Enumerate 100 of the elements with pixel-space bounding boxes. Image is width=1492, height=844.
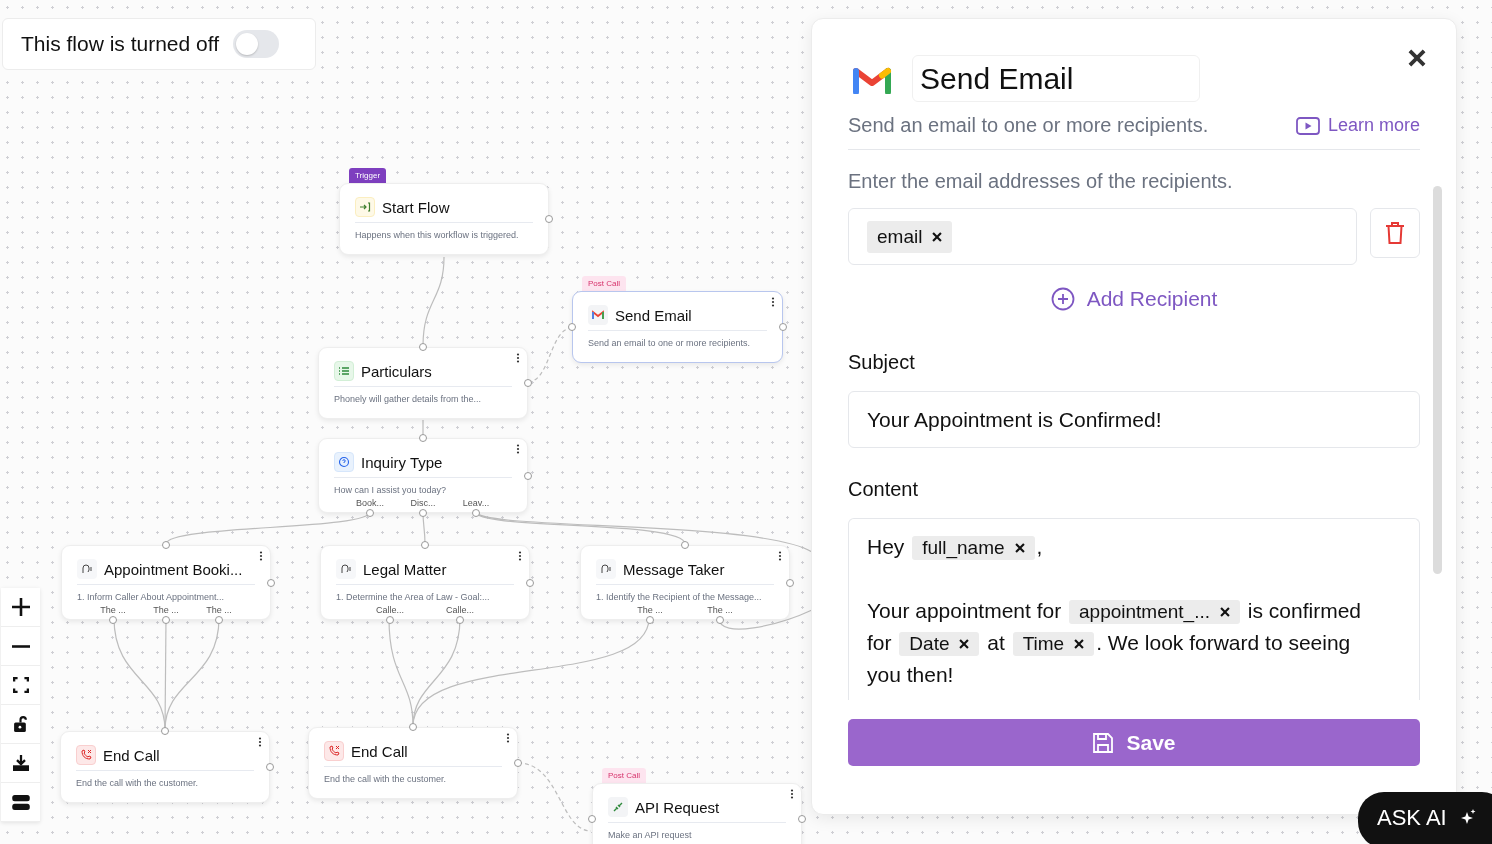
remove-chip-button[interactable] [1014, 543, 1025, 553]
node-title: Particulars [361, 362, 432, 380]
connection-handle[interactable] [646, 616, 654, 624]
connection-handle[interactable] [524, 379, 532, 387]
node-badge: Post Call [602, 768, 646, 783]
kebab-menu-icon[interactable] [516, 444, 520, 454]
node-title: Send Email [615, 306, 692, 324]
close-icon [1014, 543, 1025, 553]
remove-chip-button[interactable] [959, 639, 970, 649]
mail-icon [588, 305, 608, 325]
close-icon [1074, 639, 1085, 649]
output-label: Calle... [376, 605, 404, 615]
connection-handle[interactable] [267, 578, 275, 587]
scrollbar-thumb[interactable] [1433, 186, 1442, 574]
add-recipient-button[interactable]: Add Recipient [1050, 287, 1218, 311]
flow-toggle-switch[interactable] [233, 30, 280, 58]
connection-handle[interactable] [109, 616, 117, 624]
close-icon [932, 231, 943, 242]
node-badge: Post Call [582, 276, 626, 291]
connection-handle[interactable] [215, 616, 223, 624]
connection-handle[interactable] [162, 616, 170, 624]
list-icon [334, 361, 354, 381]
connection-handle[interactable] [419, 434, 427, 442]
zoom-out-button[interactable] [1, 627, 40, 666]
node-badge: Trigger [349, 168, 387, 183]
connection-handle[interactable] [526, 578, 534, 587]
node-title: End Call [351, 742, 408, 760]
title-field[interactable]: Send Email [912, 55, 1200, 102]
content-text: is confirmed [1246, 599, 1362, 622]
ask-ai-button[interactable]: ASK AI [1358, 792, 1492, 844]
output-label: The ... [153, 605, 179, 615]
connection-handle[interactable] [419, 343, 427, 351]
kebab-menu-icon[interactable] [790, 789, 794, 799]
subject-label: Subject [848, 351, 916, 374]
content-editor[interactable]: Hey full_name , Your appointment for appointment_... is confirmed for Date at Time . We look forward to seeing you then! [848, 518, 1420, 700]
recipients-field[interactable]: email [848, 208, 1357, 265]
node-description: How can I assist you today? [334, 485, 448, 495]
kebab-menu-icon[interactable] [518, 551, 522, 561]
fit-view-button[interactable] [1, 666, 40, 705]
connection-handle[interactable] [716, 616, 724, 624]
output-label: The ... [100, 605, 126, 615]
save-button[interactable]: Save [848, 719, 1420, 766]
chip-label: full_name [922, 536, 1005, 560]
connection-handle[interactable] [421, 541, 429, 549]
output-label: Disc... [410, 498, 436, 508]
learn-more-link[interactable]: Learn more [1295, 115, 1420, 136]
connection-handle[interactable] [161, 727, 169, 735]
chip-label: appointment_... [1079, 600, 1210, 624]
kebab-menu-icon[interactable] [259, 551, 263, 561]
fit-view-icon [12, 677, 29, 693]
connection-handle[interactable] [524, 471, 532, 480]
connection-handle[interactable] [514, 759, 522, 767]
lock-button[interactable] [1, 705, 40, 744]
node-description: 1. Determine the Area of Law - Goal:... [336, 592, 491, 602]
node-title: API Request [635, 798, 720, 816]
kebab-menu-icon[interactable] [258, 737, 262, 747]
connection-handle[interactable] [681, 541, 689, 549]
layers-icon [11, 794, 30, 810]
download-icon [12, 755, 29, 771]
chip-label: Date [909, 632, 950, 656]
node-title: Inquiry Type [361, 453, 443, 471]
remove-chip-button[interactable] [1220, 607, 1230, 617]
content-text: at [986, 631, 1006, 654]
lock-icon [14, 716, 27, 732]
zoom-in-icon [11, 598, 30, 616]
recipients-instruction: Enter the email addresses of the recipients. [848, 170, 1234, 193]
content-text: , [1036, 535, 1043, 558]
output-label: The ... [707, 605, 733, 615]
content-text: . We look forward to seeing [1096, 631, 1351, 654]
remove-chip-button[interactable] [932, 231, 943, 242]
chip-label: email [877, 224, 923, 249]
connection-handle[interactable] [409, 723, 417, 731]
delete-button[interactable] [1370, 208, 1420, 258]
kebab-menu-icon[interactable] [771, 297, 775, 307]
connection-handle[interactable] [779, 323, 787, 331]
connection-handle[interactable] [588, 815, 596, 823]
connection-handle[interactable] [472, 509, 480, 517]
kebab-menu-icon[interactable] [516, 353, 520, 363]
node-title: End Call [103, 746, 160, 764]
connection-handle[interactable] [419, 509, 427, 517]
download-button[interactable] [1, 744, 40, 783]
toggle-label: This flow is turned off [21, 32, 220, 56]
subject-field[interactable]: Your Appointment is Confirmed! [848, 391, 1420, 448]
connection-handle[interactable] [798, 815, 806, 823]
kebab-menu-icon[interactable] [506, 733, 510, 743]
connection-handle[interactable] [386, 616, 394, 624]
connection-handle[interactable] [568, 323, 576, 331]
layers-button[interactable] [1, 783, 40, 822]
zoom-in-button[interactable] [1, 588, 40, 627]
video-icon [1295, 116, 1320, 135]
kebab-menu-icon[interactable] [778, 551, 782, 561]
connection-handle[interactable] [266, 763, 274, 771]
remove-chip-button[interactable] [1074, 639, 1085, 649]
enter-icon [355, 197, 375, 217]
connection-handle[interactable] [366, 509, 374, 517]
connection-handle[interactable] [545, 215, 553, 223]
connection-handle[interactable] [162, 541, 170, 549]
connection-handle[interactable] [786, 578, 794, 587]
connection-handle[interactable] [456, 616, 464, 624]
node-description: Send an email to one or more recipients. [588, 338, 752, 348]
